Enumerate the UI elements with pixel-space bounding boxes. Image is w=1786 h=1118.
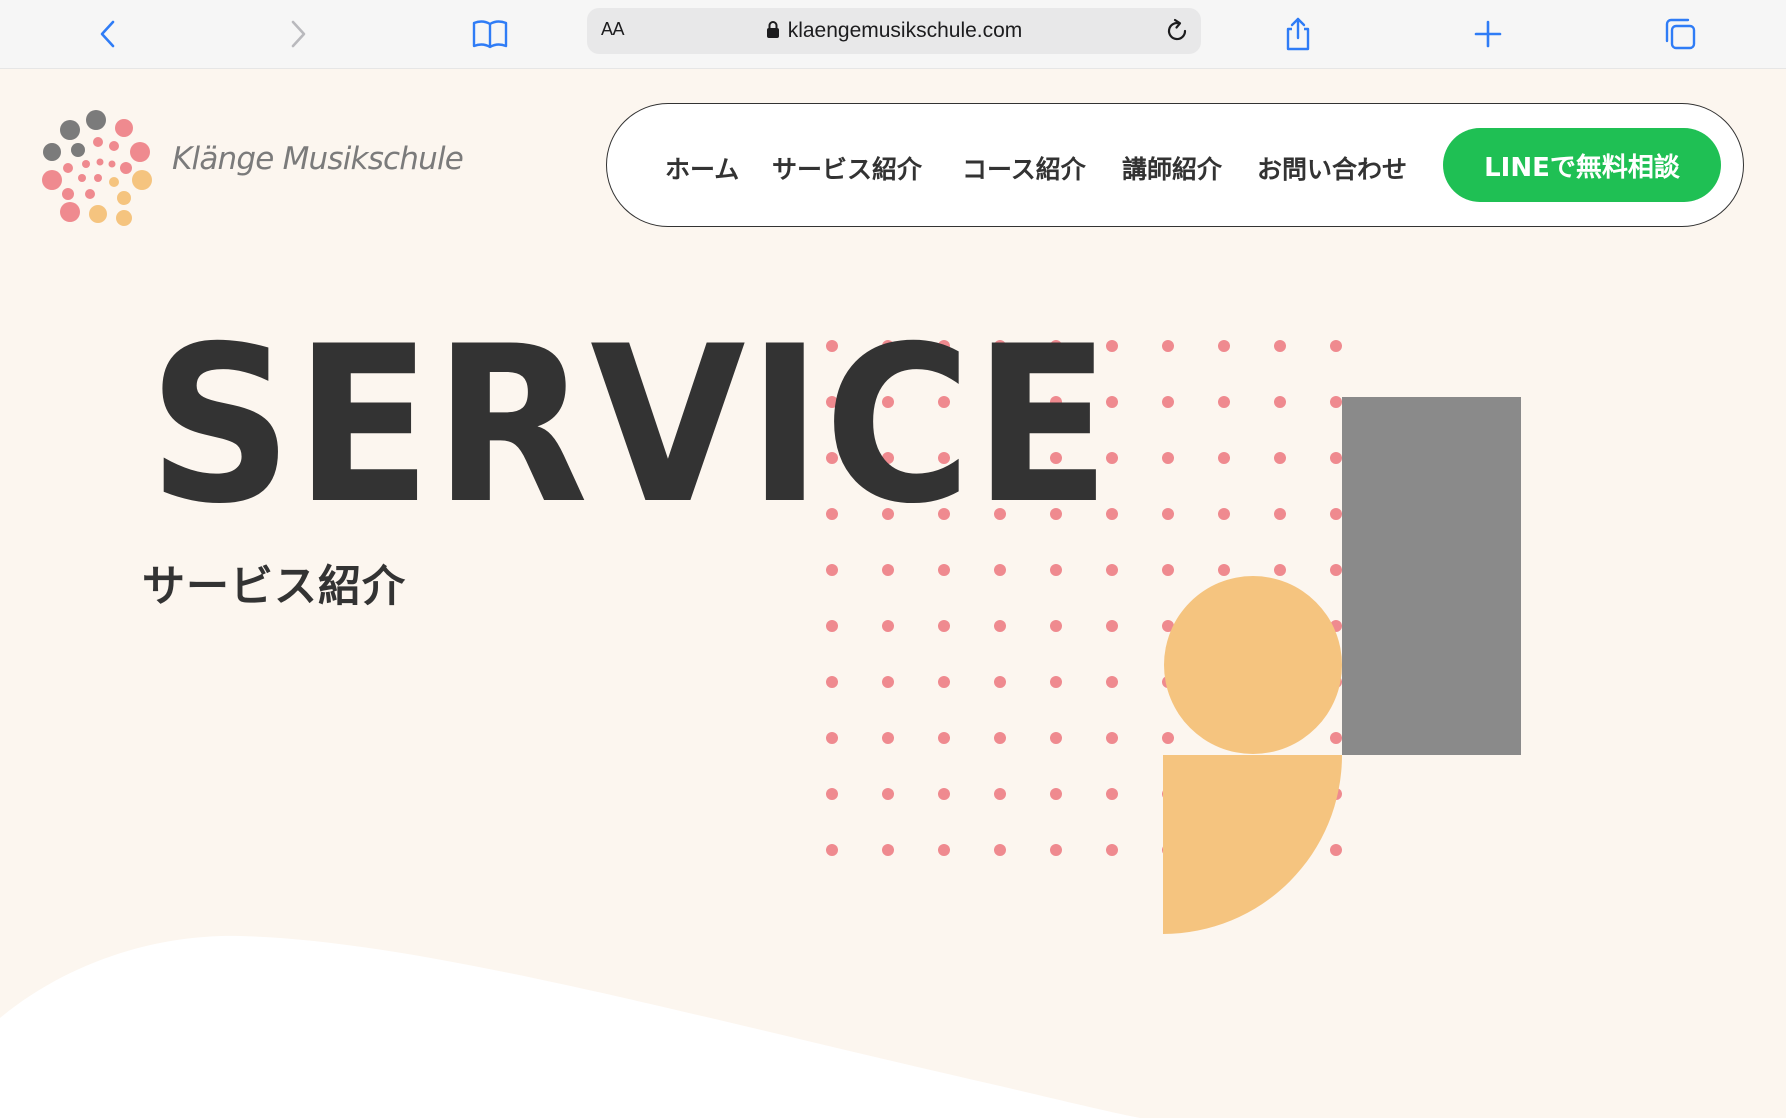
decor-dot <box>882 620 894 632</box>
decor-dot <box>1274 508 1286 520</box>
decor-dot <box>994 732 1006 744</box>
decor-dot <box>1050 676 1062 688</box>
logo-dots-icon <box>42 110 152 226</box>
orange-circle-shape <box>1164 576 1342 754</box>
decor-dot <box>826 620 838 632</box>
line-consultation-button[interactable]: LINEで無料相談 <box>1443 128 1721 202</box>
decor-dot <box>1106 620 1118 632</box>
bottom-wave-shape <box>0 935 1140 1118</box>
decor-dot <box>994 564 1006 576</box>
decor-dot <box>1162 508 1174 520</box>
decor-dot <box>1330 508 1342 520</box>
nav-item-service[interactable]: サービス紹介 <box>772 150 962 186</box>
decor-dot <box>882 732 894 744</box>
decor-dot <box>1106 788 1118 800</box>
hero-title: SERVICE <box>148 300 1113 551</box>
decor-dot <box>938 564 950 576</box>
decor-dot <box>1330 732 1342 744</box>
decor-dot <box>1106 732 1118 744</box>
decor-dot <box>1218 508 1230 520</box>
decor-dot <box>1162 564 1174 576</box>
decor-dot <box>882 844 894 856</box>
decor-dot <box>882 676 894 688</box>
decor-dot <box>994 788 1006 800</box>
decor-dot <box>826 844 838 856</box>
decor-dot <box>1274 564 1286 576</box>
decor-dot <box>1162 396 1174 408</box>
decor-dot <box>882 564 894 576</box>
decor-dot <box>1218 452 1230 464</box>
decor-dot <box>1330 564 1342 576</box>
decor-dot <box>1106 676 1118 688</box>
decor-dot <box>1274 396 1286 408</box>
decor-dot <box>1162 452 1174 464</box>
decor-dot <box>938 676 950 688</box>
decor-dot <box>1162 340 1174 352</box>
decor-dot <box>1274 340 1286 352</box>
decor-dot <box>1330 396 1342 408</box>
decor-dot <box>1050 620 1062 632</box>
gray-rectangle-shape <box>1342 397 1521 755</box>
decor-dot <box>1330 452 1342 464</box>
decor-dot <box>938 620 950 632</box>
decor-dot <box>1330 340 1342 352</box>
decor-dot <box>938 732 950 744</box>
decor-dot <box>882 788 894 800</box>
decor-dot <box>1050 732 1062 744</box>
decor-dot <box>938 788 950 800</box>
hero-subtitle: サービス紹介 <box>142 562 406 612</box>
main-navigation: ホーム サービス紹介 コース紹介 講師紹介 お問い合わせ LINEで無料相談 <box>606 103 1744 227</box>
decor-dot <box>994 844 1006 856</box>
logo-text: Klänge Musikschule <box>172 141 464 177</box>
decor-dot <box>1274 452 1286 464</box>
nav-item-teachers[interactable]: 講師紹介 <box>1122 150 1257 186</box>
decor-dot <box>1218 396 1230 408</box>
decor-dot <box>1218 564 1230 576</box>
decor-dot <box>1162 732 1174 744</box>
nav-item-contact[interactable]: お問い合わせ <box>1257 150 1437 186</box>
decor-dot <box>1330 844 1342 856</box>
nav-item-home[interactable]: ホーム <box>665 150 772 186</box>
decor-dot <box>994 676 1006 688</box>
decor-dot <box>826 788 838 800</box>
site-logo[interactable]: Klänge Musikschule <box>40 106 464 226</box>
decor-dot <box>1050 788 1062 800</box>
decor-dot <box>826 564 838 576</box>
decor-dot <box>1050 564 1062 576</box>
nav-item-course[interactable]: コース紹介 <box>962 150 1122 186</box>
decor-dot <box>826 676 838 688</box>
decor-dot <box>826 732 838 744</box>
decor-dot <box>1106 564 1118 576</box>
decor-dot <box>1106 844 1118 856</box>
decor-dot <box>1218 340 1230 352</box>
decor-dot <box>994 620 1006 632</box>
decor-dot <box>938 844 950 856</box>
decor-dot <box>1050 844 1062 856</box>
